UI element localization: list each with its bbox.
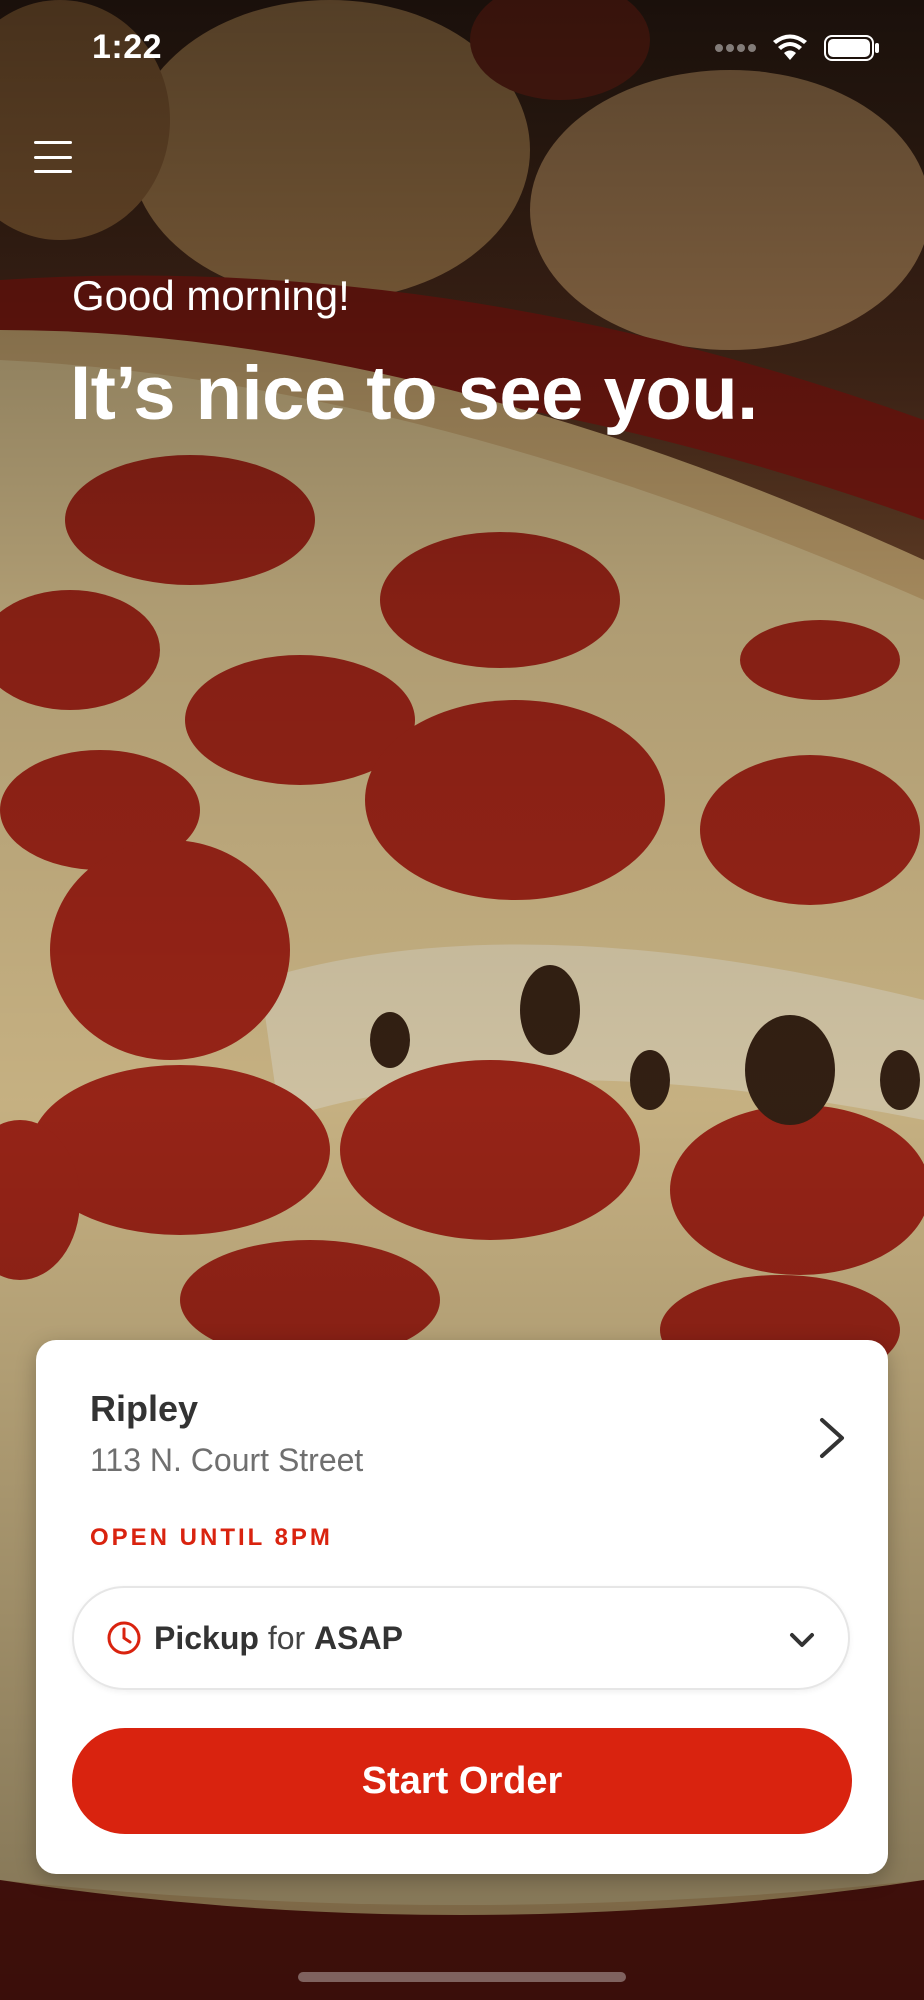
- status-bar: 1:22: [0, 0, 924, 100]
- order-card: Ripley 113 N. Court Street OPEN UNTIL 8P…: [36, 1340, 888, 1874]
- headline-text: It’s nice to see you.: [70, 351, 758, 436]
- clock-icon: [107, 1621, 141, 1655]
- pickup-time-selector[interactable]: Pickup for ASAP: [72, 1586, 850, 1690]
- chevron-down-icon: [790, 1633, 814, 1647]
- order-method: Pickup: [154, 1619, 259, 1656]
- store-selector[interactable]: Ripley 113 N. Court Street: [90, 1388, 850, 1488]
- status-icons: [714, 34, 880, 62]
- start-order-button[interactable]: Start Order: [72, 1728, 852, 1834]
- store-address: 113 N. Court Street: [90, 1442, 364, 1478]
- store-hours-status: OPEN UNTIL 8PM: [90, 1524, 333, 1551]
- signal-icon: [715, 44, 756, 52]
- home-indicator: [298, 1972, 626, 1982]
- order-connector: for: [267, 1619, 306, 1656]
- store-name: Ripley: [90, 1388, 199, 1429]
- chevron-right-icon: [820, 1418, 844, 1458]
- status-time: 1:22: [92, 28, 163, 66]
- greeting-text: Good morning!: [72, 272, 350, 319]
- battery-icon: [824, 35, 879, 61]
- order-time: ASAP: [314, 1619, 403, 1656]
- pickup-label: Pickup for ASAP: [154, 1620, 403, 1657]
- hamburger-menu-icon[interactable]: [34, 138, 72, 176]
- wifi-icon: [773, 34, 807, 60]
